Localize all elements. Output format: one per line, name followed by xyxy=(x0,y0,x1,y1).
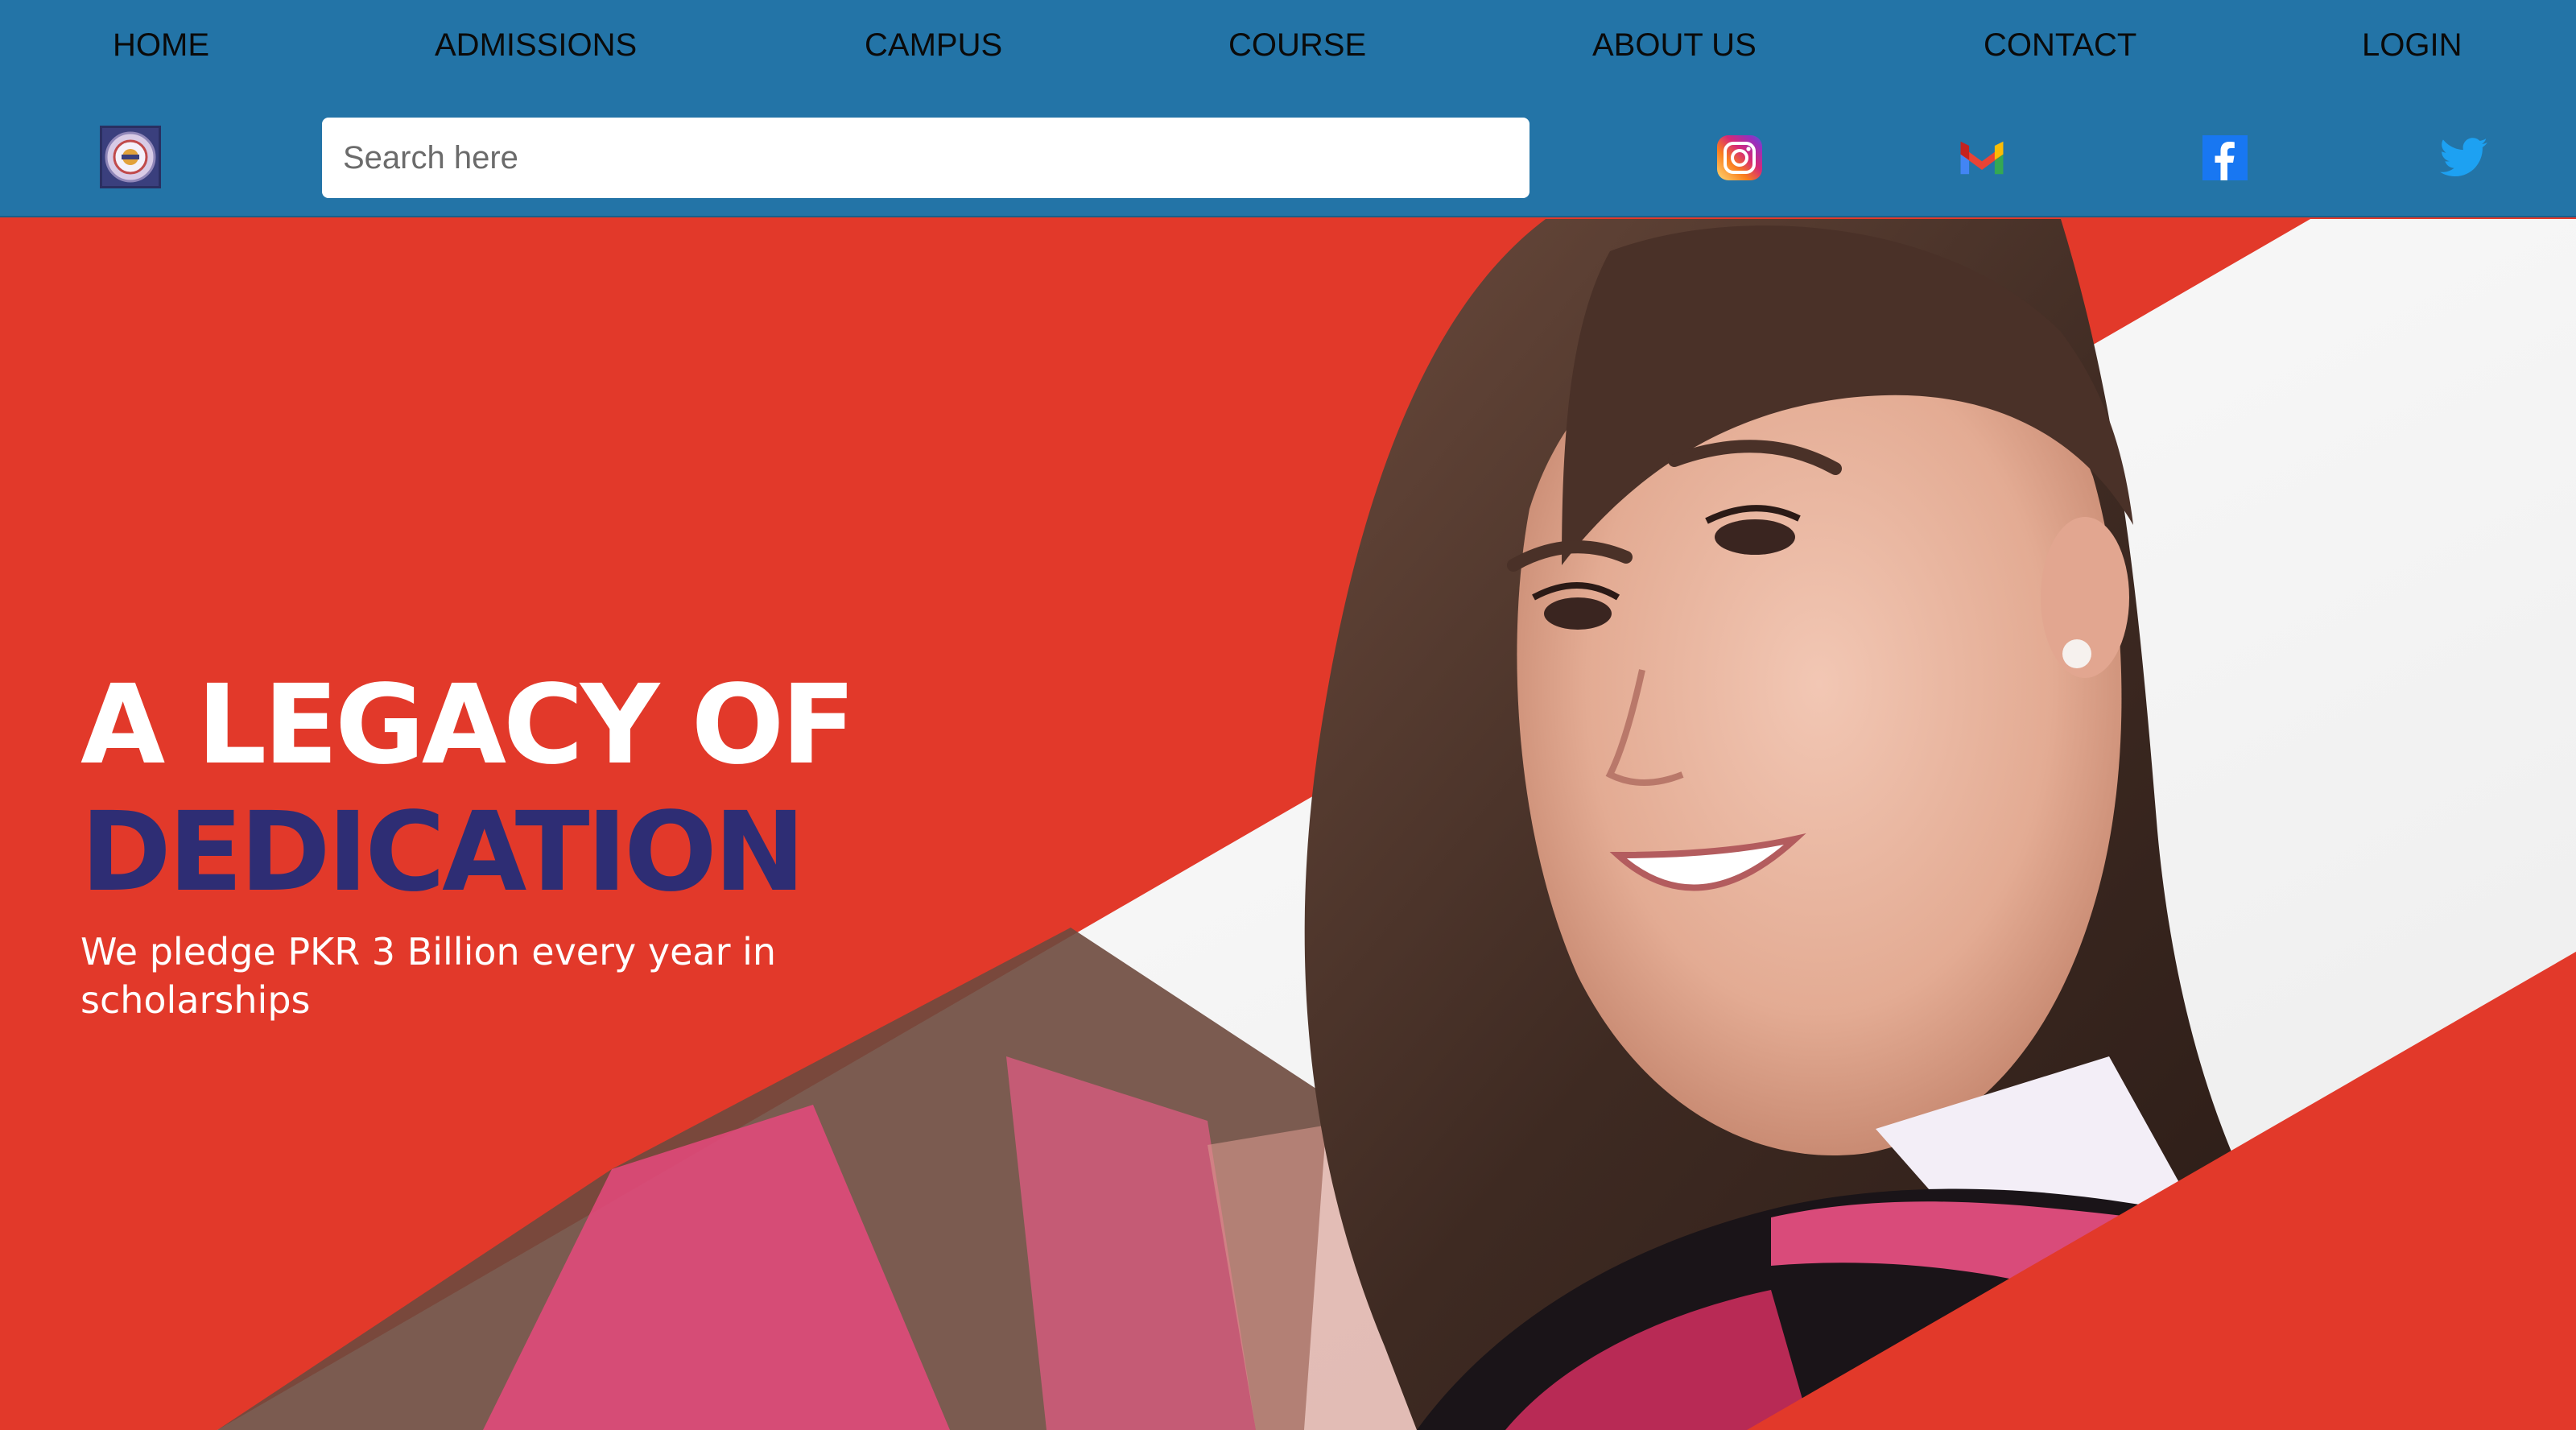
instagram-link[interactable] xyxy=(1715,134,1764,182)
main-nav: HOME ADMISSIONS CAMPUS COURSE ABOUT US C… xyxy=(0,0,2576,97)
hero-banner: A LEGACY OF DEDICATION We pledge PKR 3 B… xyxy=(0,219,2576,1430)
logo-emblem-icon xyxy=(105,131,156,183)
gmail-link[interactable] xyxy=(1958,134,2006,182)
facebook-icon xyxy=(2202,135,2248,180)
twitter-icon xyxy=(2440,138,2487,176)
nav-contact[interactable]: CONTACT xyxy=(1984,27,2136,64)
nav-admissions[interactable]: ADMISSIONS xyxy=(435,27,637,64)
search-input[interactable] xyxy=(322,118,1530,198)
nav-login[interactable]: LOGIN xyxy=(2362,27,2462,64)
nav-home[interactable]: HOME xyxy=(113,27,209,64)
hero-subtitle: We pledge PKR 3 Billion every year in sc… xyxy=(80,930,777,1022)
twitter-link[interactable] xyxy=(2440,134,2488,182)
gmail-icon xyxy=(1960,141,2004,175)
hero-title-line2: DEDICATION xyxy=(80,789,806,917)
nav-about-us[interactable]: ABOUT US xyxy=(1592,27,1757,64)
hero-title: A LEGACY OF DEDICATION xyxy=(80,662,856,917)
instagram-icon xyxy=(1717,135,1762,180)
facebook-link[interactable] xyxy=(2201,134,2249,182)
hero-title-line1: A LEGACY OF xyxy=(80,662,856,790)
nav-campus[interactable]: CAMPUS xyxy=(865,27,1002,64)
header: HOME ADMISSIONS CAMPUS COURSE ABOUT US C… xyxy=(0,0,2576,217)
college-logo[interactable] xyxy=(100,126,161,188)
nav-course[interactable]: COURSE xyxy=(1228,27,1366,64)
